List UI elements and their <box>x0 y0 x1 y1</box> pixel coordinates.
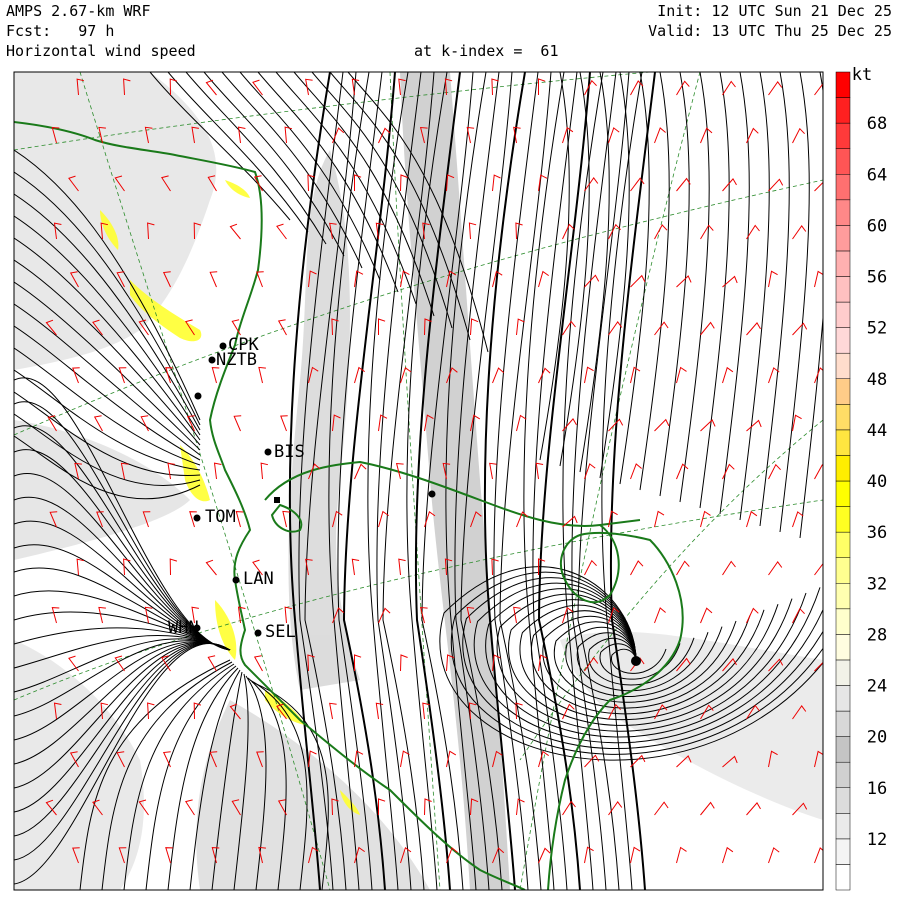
station-label-lan: LAN <box>243 569 274 589</box>
colorbar-bin <box>835 327 851 354</box>
colorbar-bin <box>835 225 851 252</box>
colorbar-bin <box>835 429 851 456</box>
colorbar-bin <box>835 685 851 712</box>
colorbar-bin <box>835 301 851 328</box>
colorbar-tick-label: 52 <box>867 319 887 339</box>
colorbar-bin <box>835 174 851 201</box>
colorbar-bin <box>835 148 851 175</box>
colorbar-tick-label: 48 <box>867 370 887 390</box>
colorbar-bin <box>835 480 851 507</box>
colorbar-bin <box>835 608 851 635</box>
colorbar-bin <box>835 378 851 405</box>
colorbar-tick-label: 16 <box>867 779 887 799</box>
station-label-bis: BIS <box>274 442 305 462</box>
colorbar-bin <box>835 838 851 865</box>
station-label-sel: SEL <box>265 622 296 642</box>
colorbar-bin <box>835 761 851 788</box>
colorbar-bin <box>835 97 851 124</box>
colorbar-bin <box>835 506 851 533</box>
colorbar-tick-labels: 12 16 20 24 28 32 36 40 44 48 52 56 60 64 68 <box>867 114 887 850</box>
station-whn: WHN <box>168 618 201 638</box>
station-label-nztb: NZTB <box>216 350 257 370</box>
color-scale-bar <box>835 71 851 891</box>
colorbar-bin <box>835 404 851 431</box>
colorbar-bin <box>835 557 851 584</box>
station-unlabeled-1 <box>194 392 202 400</box>
colorbar-bin <box>835 122 851 149</box>
station-unlabeled-2 <box>274 497 280 503</box>
colorbar-tick-label: 64 <box>867 165 887 185</box>
colorbar-bin <box>835 71 851 98</box>
colorbar-bin <box>835 813 851 840</box>
colorbar-tick-label: 12 <box>867 830 887 850</box>
colorbar-bin <box>835 736 851 763</box>
vortex-center <box>631 656 641 666</box>
colorbar-unit: kt <box>852 65 872 85</box>
colorbar-bin <box>835 276 851 303</box>
colorbar-tick-label: 24 <box>867 677 887 697</box>
station-nztb: NZTB <box>208 350 257 370</box>
colorbar-bin <box>835 531 851 558</box>
colorbar-bin <box>835 659 851 686</box>
model-title: AMPS 2.67-km WRF <box>6 2 151 20</box>
colorbar-bin <box>835 250 851 277</box>
colorbar-tick-label: 36 <box>867 523 887 543</box>
colorbar-tick-label: 60 <box>867 216 887 236</box>
valid-time: Valid: 13 UTC Thu 25 Dec 25 <box>648 22 892 40</box>
colorbar-tick-label: 28 <box>867 625 887 645</box>
colorbar-tick-label: 56 <box>867 268 887 288</box>
colorbar-bin <box>835 199 851 226</box>
station-label-tom: TOM <box>205 507 236 527</box>
colorbar-bin <box>835 634 851 661</box>
colorbar-bin <box>835 710 851 737</box>
field-name: Horizontal wind speed <box>6 42 196 60</box>
colorbar-bin <box>835 352 851 379</box>
colorbar-bin <box>835 583 851 610</box>
vertical-level: at k-index = 61 <box>414 42 559 60</box>
station-unlabeled-3 <box>428 490 436 498</box>
wind-speed-map: CPK NZTB BIS TOM LAN WHN SEL kt 12162024… <box>13 65 887 891</box>
colorbar-tick-label: 68 <box>867 114 887 134</box>
colorbar-tick-label: 44 <box>867 421 887 441</box>
colorbar-tick-label: 20 <box>867 728 887 748</box>
colorbar-bin <box>835 864 851 891</box>
colorbar-bin <box>835 455 851 482</box>
colorbar-tick-label: 32 <box>867 574 887 594</box>
station-label-whn: WHN <box>168 618 199 638</box>
init-time: Init: 12 UTC Sun 21 Dec 25 <box>657 2 892 20</box>
forecast-hour: Fcst: 97 h <box>6 22 115 40</box>
colorbar-bin <box>835 787 851 814</box>
colorbar-tick-label: 40 <box>867 472 887 492</box>
